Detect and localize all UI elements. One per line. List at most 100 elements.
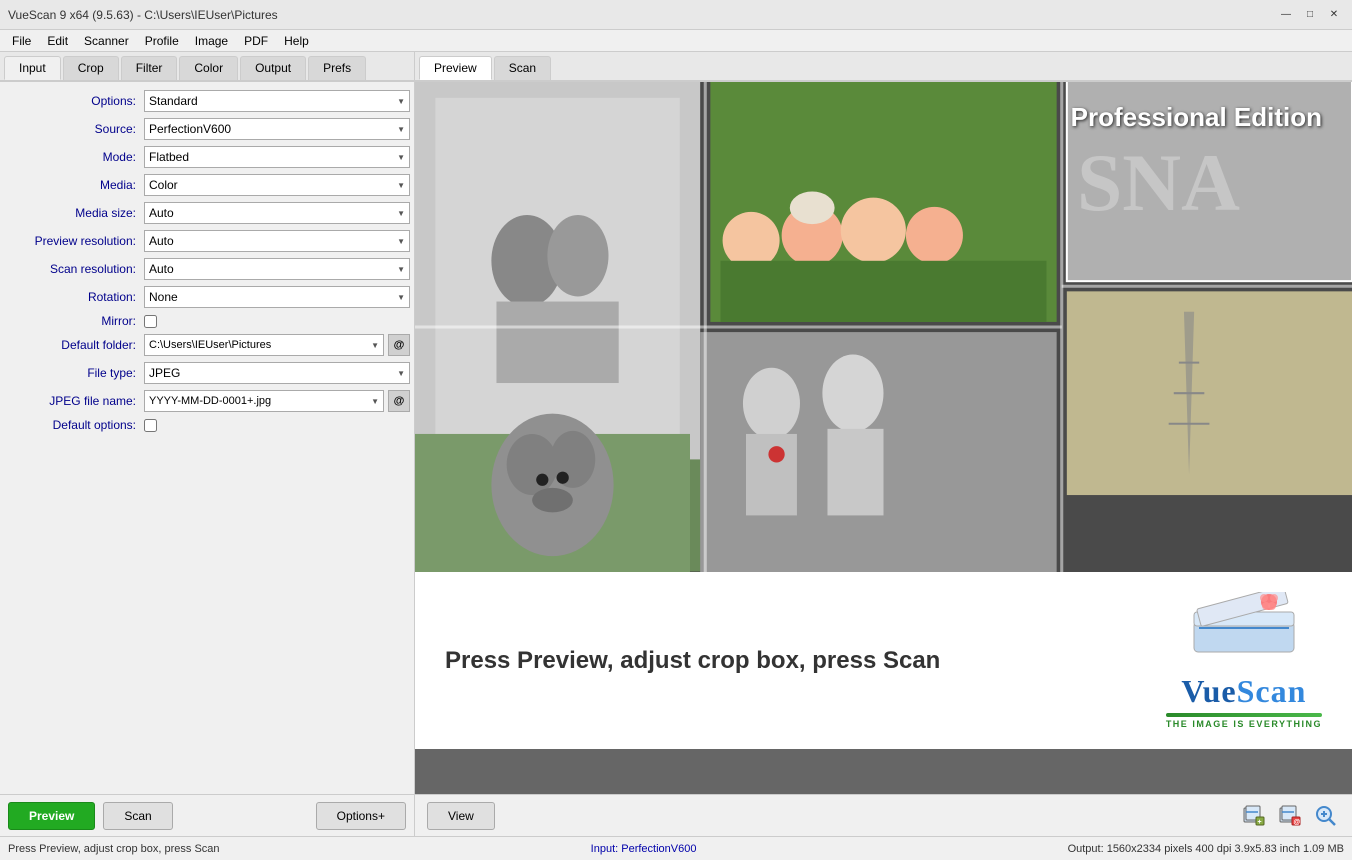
scan-res-dropdown[interactable]: Auto ▼ (144, 258, 410, 280)
media-dropdown[interactable]: Color ▼ (144, 174, 410, 196)
close-button[interactable]: ✕ (1324, 5, 1344, 25)
default-folder-row: Default folder: C:\Users\IEUser\Pictures… (4, 334, 410, 356)
media-arrow-icon: ▼ (397, 181, 405, 190)
scan-to-file-icon[interactable]: + (1240, 802, 1268, 830)
file-type-row: File type: JPEG ▼ (4, 362, 410, 384)
menu-profile[interactable]: Profile (137, 32, 187, 50)
default-options-checkbox-wrapper (144, 419, 157, 432)
file-type-arrow-icon: ▼ (397, 369, 405, 378)
collage-container: Professional Edition (415, 82, 1352, 572)
maximize-button[interactable]: □ (1300, 5, 1320, 25)
tab-output[interactable]: Output (240, 56, 306, 80)
form-area: Options: Standard ▼ Source: PerfectionV6… (0, 82, 414, 794)
mode-dropdown[interactable]: Flatbed ▼ (144, 146, 410, 168)
preview-button[interactable]: Preview (8, 802, 95, 830)
default-options-checkbox[interactable] (144, 419, 157, 432)
window-title: VueScan 9 x64 (9.5.63) - C:\Users\IEUser… (8, 8, 278, 22)
window-controls: — □ ✕ (1276, 5, 1344, 25)
jpeg-name-dropdown[interactable]: YYYY-MM-DD-0001+.jpg ▼ (144, 390, 384, 412)
mirror-label: Mirror: (4, 314, 144, 328)
source-label: Source: (4, 122, 144, 136)
menu-scanner[interactable]: Scanner (76, 32, 137, 50)
tagline-text: Press Preview, adjust crop box, press Sc… (445, 647, 940, 675)
view-button[interactable]: View (427, 802, 495, 830)
default-options-row: Default options: (4, 418, 410, 432)
jpeg-name-at-button[interactable]: @ (388, 390, 410, 412)
left-panel: Input Crop Filter Color Output Prefs Opt… (0, 52, 415, 794)
svg-text:@: @ (1294, 819, 1301, 826)
menu-file[interactable]: File (4, 32, 39, 50)
preview-area: Professional Edition (415, 82, 1352, 794)
svg-text:+: + (1258, 819, 1262, 826)
rotation-row: Rotation: None ▼ (4, 286, 410, 308)
tab-filter[interactable]: Filter (121, 56, 178, 80)
status-right: Output: 1560x2334 pixels 400 dpi 3.9x5.8… (1068, 843, 1344, 855)
options-dropdown[interactable]: Standard ▼ (144, 90, 410, 112)
scan-res-row: Scan resolution: Auto ▼ (4, 258, 410, 280)
media-row: Media: Color ▼ (4, 174, 410, 196)
mode-arrow-icon: ▼ (397, 153, 405, 162)
default-folder-label: Default folder: (4, 338, 144, 352)
status-left: Press Preview, adjust crop box, press Sc… (8, 843, 220, 855)
tab-crop[interactable]: Crop (63, 56, 119, 80)
preview-res-arrow-icon: ▼ (397, 237, 405, 246)
mirror-checkbox-wrapper (144, 315, 157, 328)
rotation-label: Rotation: (4, 290, 144, 304)
jpeg-name-label: JPEG file name: (4, 394, 144, 408)
scan-button[interactable]: Scan (103, 802, 172, 830)
scan-res-label: Scan resolution: (4, 262, 144, 276)
left-bottom: Preview Scan Options+ (0, 795, 415, 836)
source-row: Source: PerfectionV600 ▼ (4, 118, 410, 140)
default-folder-wrapper: C:\Users\IEUser\Pictures ▼ @ (144, 334, 410, 356)
preview-res-row: Preview resolution: Auto ▼ (4, 230, 410, 252)
scan-res-arrow-icon: ▼ (397, 265, 405, 274)
zoom-icon[interactable] (1312, 802, 1340, 830)
tab-prefs[interactable]: Prefs (308, 56, 366, 80)
rotation-dropdown[interactable]: None ▼ (144, 286, 410, 308)
svg-text:SNA: SNA (1077, 137, 1240, 228)
default-folder-at-button[interactable]: @ (388, 334, 410, 356)
tab-color[interactable]: Color (179, 56, 238, 80)
options-row: Options: Standard ▼ (4, 90, 410, 112)
file-type-label: File type: (4, 366, 144, 380)
left-tabs: Input Crop Filter Color Output Prefs (0, 52, 414, 82)
media-size-dropdown[interactable]: Auto ▼ (144, 202, 410, 224)
default-folder-dropdown[interactable]: C:\Users\IEUser\Pictures ▼ (144, 334, 384, 356)
preview-tab-scan[interactable]: Scan (494, 56, 551, 80)
source-dropdown[interactable]: PerfectionV600 ▼ (144, 118, 410, 140)
media-size-row: Media size: Auto ▼ (4, 202, 410, 224)
file-type-dropdown[interactable]: JPEG ▼ (144, 362, 410, 384)
scanner-icon (1184, 592, 1304, 662)
menu-edit[interactable]: Edit (39, 32, 76, 50)
mirror-row: Mirror: (4, 314, 410, 328)
collage-svg: SNA (415, 82, 1352, 572)
options-plus-button[interactable]: Options+ (316, 802, 406, 830)
source-arrow-icon: ▼ (397, 125, 405, 134)
content-area: Input Crop Filter Color Output Prefs Opt… (0, 52, 1352, 794)
tab-input[interactable]: Input (4, 56, 61, 80)
mirror-checkbox[interactable] (144, 315, 157, 328)
email-icon[interactable]: @ (1276, 802, 1304, 830)
menu-image[interactable]: Image (187, 32, 236, 50)
vuescan-logo: VueScan The Image is Everything (1166, 592, 1322, 729)
media-label: Media: (4, 178, 144, 192)
default-folder-arrow-icon: ▼ (371, 341, 379, 350)
preview-res-dropdown[interactable]: Auto ▼ (144, 230, 410, 252)
titlebar: VueScan 9 x64 (9.5.63) - C:\Users\IEUser… (0, 0, 1352, 30)
mode-row: Mode: Flatbed ▼ (4, 146, 410, 168)
bottom-row: Preview Scan Options+ View + (0, 794, 1352, 836)
media-size-arrow-icon: ▼ (397, 209, 405, 218)
options-label: Options: (4, 94, 144, 108)
preview-res-label: Preview resolution: (4, 234, 144, 248)
jpeg-name-wrapper: YYYY-MM-DD-0001+.jpg ▼ @ (144, 390, 410, 412)
right-bottom: View + @ (415, 795, 1352, 836)
minimize-button[interactable]: — (1276, 5, 1296, 25)
logo-sub: The Image is Everything (1166, 719, 1322, 729)
branding-area: Press Preview, adjust crop box, press Sc… (415, 572, 1352, 749)
statusbar: Press Preview, adjust crop box, press Sc… (0, 836, 1352, 860)
menu-help[interactable]: Help (276, 32, 317, 50)
jpeg-name-row: JPEG file name: YYYY-MM-DD-0001+.jpg ▼ @ (4, 390, 410, 412)
default-options-label: Default options: (4, 418, 144, 432)
preview-tab-preview[interactable]: Preview (419, 56, 492, 80)
menu-pdf[interactable]: PDF (236, 32, 276, 50)
